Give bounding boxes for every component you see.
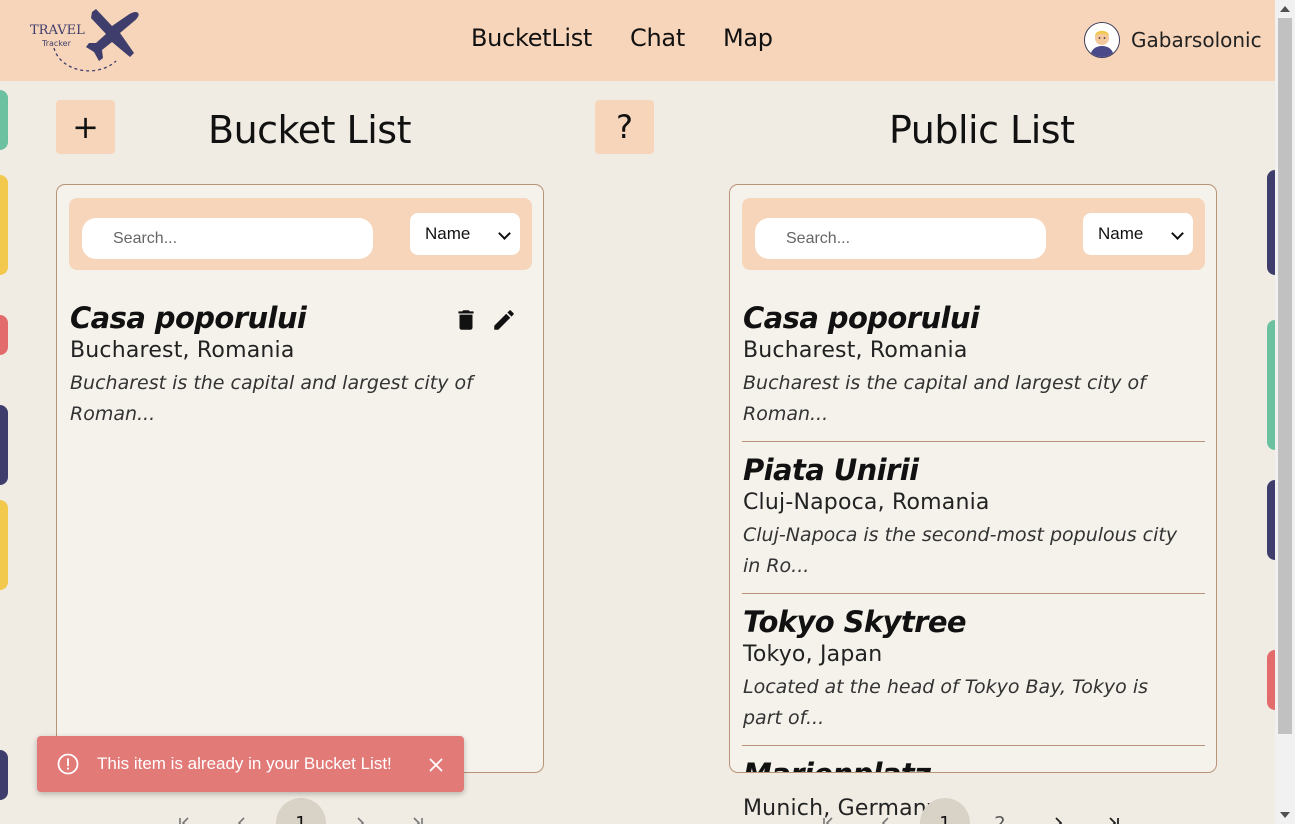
public-list-item[interactable]: Piata Unirii Cluj-Napoca, Romania Cluj-N…: [743, 453, 1205, 582]
pencil-icon[interactable]: [491, 307, 517, 333]
page-number[interactable]: 1: [920, 798, 970, 824]
next-page-icon[interactable]: [340, 803, 380, 824]
add-place-button[interactable]: +: [56, 100, 115, 154]
decoration-edge: [0, 405, 8, 485]
scroll-up-arrow-icon[interactable]: [1280, 6, 1290, 12]
bucket-list-title: Bucket List: [208, 108, 411, 152]
last-page-icon[interactable]: [398, 803, 438, 824]
first-page-icon[interactable]: [808, 803, 848, 824]
item-location: Bucharest, Romania: [743, 338, 968, 363]
chevron-down-icon: [1171, 227, 1184, 240]
page: TRAVEL Tracker BucketList Chat Map Gabar…: [0, 0, 1295, 824]
item-description: Located at the head of Tokyo Bay, Tokyo …: [743, 676, 1149, 729]
item-name: Tokyo Skytree: [743, 605, 967, 639]
decoration-edge: [1267, 480, 1275, 560]
public-list-item[interactable]: Tokyo Skytree Tokyo, Japan Located at th…: [743, 605, 1205, 734]
item-name: Marienplatz: [743, 757, 1205, 772]
item-divider: [742, 441, 1205, 442]
item-description: Bucharest is the capital and largest cit…: [70, 372, 473, 425]
chevron-down-icon: [498, 227, 511, 240]
decoration-edge: [0, 175, 8, 275]
user-avatar-icon: [1085, 23, 1119, 57]
avatar[interactable]: [1084, 22, 1120, 58]
decoration-edge: [0, 500, 8, 590]
scroll-thumb[interactable]: [1278, 18, 1292, 734]
public-list-item[interactable]: Casa poporului Bucharest, Romania Buchar…: [743, 301, 1205, 430]
public-pagination: 1 2: [808, 798, 1134, 824]
airplane-icon: [53, 9, 139, 72]
alert-circle-icon: [57, 753, 79, 775]
user-menu[interactable]: Gabarsolonic: [1084, 22, 1262, 58]
decoration-edge: [1267, 170, 1275, 275]
public-search-input[interactable]: [755, 218, 1046, 259]
decoration-edge: [0, 315, 8, 355]
top-navbar: TRAVEL Tracker BucketList Chat Map Gabar…: [0, 0, 1275, 81]
item-actions: [453, 307, 517, 333]
bucket-list-toolbar: Name: [69, 198, 532, 270]
decoration-edge: [1267, 320, 1275, 450]
item-location: Tokyo, Japan: [743, 642, 883, 667]
public-list-item[interactable]: Marienplatz: [743, 757, 1205, 772]
item-location: Bucharest, Romania: [70, 338, 295, 363]
close-icon[interactable]: [429, 758, 443, 772]
public-sort-select[interactable]: Name: [1083, 213, 1193, 255]
item-divider: [742, 745, 1205, 746]
bucket-pagination: 1: [164, 798, 438, 824]
public-list-title: Public List: [889, 108, 1075, 152]
nav-map[interactable]: Map: [723, 24, 773, 52]
item-name: Casa poporului: [743, 301, 980, 335]
username: Gabarsolonic: [1131, 28, 1262, 52]
last-page-icon[interactable]: [1094, 803, 1134, 824]
decoration-edge: [0, 90, 8, 150]
page-number[interactable]: 2: [980, 803, 1020, 824]
next-page-icon[interactable]: [1038, 803, 1078, 824]
page-number[interactable]: 1: [276, 798, 326, 824]
first-page-icon[interactable]: [164, 803, 204, 824]
bucket-list-panel: Name Casa poporului Bucharest, Romania B…: [56, 184, 544, 773]
public-list-toolbar: Name: [742, 198, 1205, 270]
help-button[interactable]: ?: [595, 100, 654, 154]
nav-bucketlist[interactable]: BucketList: [471, 24, 592, 52]
decoration-edge: [0, 750, 8, 800]
bucket-search-input[interactable]: [82, 218, 373, 259]
item-location: Cluj-Napoca, Romania: [743, 490, 990, 515]
prev-page-icon[interactable]: [866, 803, 906, 824]
item-description: Cluj-Napoca is the second-most populous …: [743, 524, 1178, 577]
item-divider: [742, 593, 1205, 594]
bucket-sort-value: Name: [425, 224, 471, 243]
item-name: Piata Unirii: [743, 453, 919, 487]
logo[interactable]: TRAVEL Tracker: [28, 6, 148, 76]
bucket-sort-select[interactable]: Name: [410, 213, 520, 255]
scroll-down-arrow-icon[interactable]: [1280, 812, 1290, 818]
item-description: Bucharest is the capital and largest cit…: [743, 372, 1146, 425]
toast-notification: This item is already in your Bucket List…: [37, 736, 464, 792]
trash-icon[interactable]: [453, 307, 479, 333]
decoration-edge: [1267, 650, 1275, 710]
public-list-panel: Name Casa poporului Bucharest, Romania B…: [729, 184, 1217, 773]
toast-message: This item is already in your Bucket List…: [97, 754, 392, 773]
main-nav: BucketList Chat Map: [471, 24, 773, 52]
bucket-list-item[interactable]: Casa poporului Bucharest, Romania Buchar…: [70, 301, 532, 430]
prev-page-icon[interactable]: [222, 803, 262, 824]
public-sort-value: Name: [1098, 224, 1144, 243]
page-scrollbar[interactable]: [1275, 0, 1295, 824]
nav-chat[interactable]: Chat: [630, 24, 685, 52]
